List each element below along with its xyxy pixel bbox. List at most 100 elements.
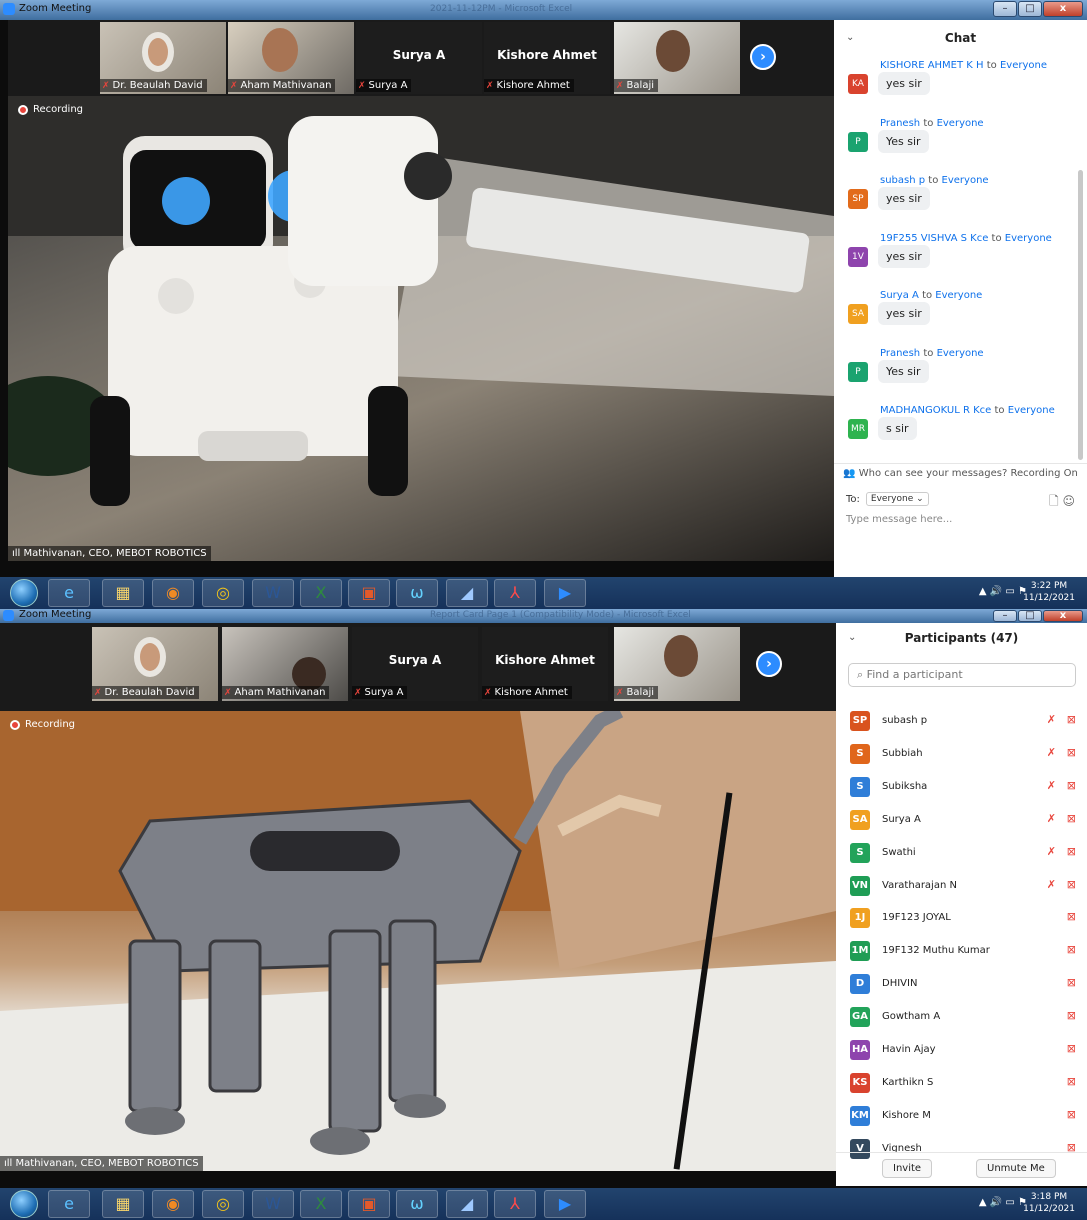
participant-row[interactable]: VN Varatharajan N ✗ ⊠ <box>850 874 1078 898</box>
acrobat-icon[interactable]: ⅄ <box>494 579 536 607</box>
participant-tile[interactable]: Surya A ✗ Surya A <box>356 22 482 94</box>
windows-taskbar: e ▦ ◉ ◎ W X ▣ ω ◢ ⅄ ▶ ▲ 🔊 ▭ ⚑ 3:18 PM 11/… <box>0 1188 1087 1220</box>
chat-scrollbar[interactable] <box>1078 170 1083 460</box>
recipient-dropdown[interactable]: Everyone ⌄ <box>865 492 929 506</box>
mic-muted-icon: ✗ <box>1046 811 1056 825</box>
participant-row[interactable]: D DHIVIN ⊠ <box>850 972 1078 996</box>
file-explorer-icon[interactable]: ▦ <box>102 1190 144 1218</box>
participant-row[interactable]: 1J 19F123 JOYAL ⊠ <box>850 906 1078 930</box>
app-icon[interactable]: ◢ <box>446 579 488 607</box>
participant-row[interactable]: GA Gowtham A ⊠ <box>850 1005 1078 1029</box>
maximize-button[interactable]: □ <box>1018 610 1042 622</box>
participant-tile[interactable]: Kishore Ahmet ✗ Kishore Ahmet <box>484 22 610 94</box>
sender-name[interactable]: 19F255 VISHVA S Kce <box>880 233 988 244</box>
internet-explorer-icon[interactable]: e <box>48 1190 90 1218</box>
recipient-name: Everyone <box>1007 405 1055 416</box>
sender-name[interactable]: MADHANGOKUL R Kce <box>880 405 991 416</box>
excel-icon[interactable]: X <box>300 1190 342 1218</box>
next-page-arrow-icon[interactable]: › <box>750 44 776 70</box>
chat-message[interactable]: KISHORE AHMET K H to Everyone KA yes sir <box>846 60 1076 110</box>
participant-tile[interactable]: ✗ Dr. Beaulah David <box>100 22 226 94</box>
excel-icon[interactable]: X <box>300 579 342 607</box>
close-button[interactable]: x <box>1043 1 1083 17</box>
participant-tile[interactable]: ✗ Aham Mathivanan <box>228 22 354 94</box>
chat-message-input[interactable]: Type message here... <box>846 514 952 525</box>
participant-row[interactable]: KM Kishore M ⊠ <box>850 1104 1078 1128</box>
unmute-me-button[interactable]: Unmute Me <box>976 1159 1056 1178</box>
system-tray[interactable]: ▲ 🔊 ▭ ⚑ <box>979 586 1027 597</box>
presentation-icon[interactable]: ▣ <box>348 579 390 607</box>
windows-taskbar: e ▦ ◉ ◎ W X ▣ ω ◢ ⅄ ▶ ▲ 🔊 ▭ ⚑ 3:22 PM 11/… <box>0 577 1087 609</box>
chat-message[interactable]: 19F255 VISHVA S Kce to Everyone 1V yes sir <box>846 233 1076 283</box>
privacy-note[interactable]: 👥 Who can see your messages? Recording O… <box>834 463 1087 479</box>
media-player-icon[interactable]: ◉ <box>152 579 194 607</box>
participant-row[interactable]: SA Surya A ✗ ⊠ <box>850 808 1078 832</box>
zoom-icon[interactable]: ▶ <box>544 579 586 607</box>
presentation-icon[interactable]: ▣ <box>348 1190 390 1218</box>
minimize-button[interactable]: – <box>993 1 1017 17</box>
chevron-down-icon[interactable]: ⌄ <box>846 20 854 56</box>
webex-icon[interactable]: ω <box>396 579 438 607</box>
participant-row[interactable]: S Subbiah ✗ ⊠ <box>850 742 1078 766</box>
mic-muted-icon: ✗ <box>224 688 232 698</box>
minimize-button[interactable]: – <box>993 610 1017 622</box>
participant-tile[interactable]: Kishore Ahmet ✗ Kishore Ahmet <box>482 627 608 701</box>
participant-row[interactable]: 1M 19F132 Muthu Kumar ⊠ <box>850 939 1078 963</box>
system-tray[interactable]: ▲ 🔊 ▭ ⚑ <box>979 1197 1027 1208</box>
next-page-arrow-icon[interactable]: › <box>756 651 782 677</box>
taskbar-clock[interactable]: 3:22 PM 11/12/2021 <box>1023 580 1075 604</box>
avatar: S <box>850 743 870 764</box>
participant-name: Kishore M <box>882 1109 931 1121</box>
chevron-down-icon[interactable]: ⌄ <box>848 623 856 653</box>
sender-name[interactable]: Pranesh <box>880 348 920 359</box>
sender-name[interactable]: Pranesh <box>880 118 920 129</box>
participant-tile[interactable]: ✗ Balaji <box>614 22 740 94</box>
file-explorer-icon[interactable]: ▦ <box>102 579 144 607</box>
close-button[interactable]: x <box>1043 610 1083 622</box>
taskbar-clock[interactable]: 3:18 PM 11/12/2021 <box>1023 1191 1075 1215</box>
participant-tile[interactable]: Surya A ✗ Surya A <box>352 627 478 701</box>
chat-message[interactable]: Surya A to Everyone SA yes sir <box>846 290 1076 340</box>
participant-row[interactable]: S Subiksha ✗ ⊠ <box>850 775 1078 799</box>
word-icon[interactable]: W <box>252 579 294 607</box>
avatar: HA <box>850 1040 870 1060</box>
internet-explorer-icon[interactable]: e <box>48 579 90 607</box>
search-placeholder: Find a participant <box>866 668 963 681</box>
chat-message[interactable]: subash p to Everyone SP yes sir <box>846 175 1076 225</box>
chat-message[interactable]: Pranesh to Everyone P Yes sir <box>846 118 1076 168</box>
participant-tile[interactable]: ✗ Balaji <box>614 627 740 701</box>
sender-name[interactable]: KISHORE AHMET K H <box>880 60 984 71</box>
windows-start-icon[interactable] <box>10 1190 38 1218</box>
sender-to-word: to <box>922 290 933 301</box>
invite-button[interactable]: Invite <box>882 1159 933 1178</box>
acrobat-icon[interactable]: ⅄ <box>494 1190 536 1218</box>
chat-message[interactable]: Pranesh to Everyone P Yes sir <box>846 348 1076 398</box>
media-player-icon[interactable]: ◉ <box>152 1190 194 1218</box>
sender-name[interactable]: Surya A <box>880 290 919 301</box>
participant-search-input[interactable]: ⌕ Find a participant <box>848 663 1076 687</box>
participant-row[interactable]: SP subash p ✗ ⊠ <box>850 709 1078 733</box>
participant-tile[interactable]: ✗ Dr. Beaulah David <box>92 627 218 701</box>
participant-row[interactable]: S Swathi ✗ ⊠ <box>850 841 1078 865</box>
participants-footer: Invite Unmute Me <box>836 1152 1087 1186</box>
chat-message[interactable]: MADHANGOKUL R Kce to Everyone MR s sir <box>846 405 1076 455</box>
file-icon[interactable]: 🗋 <box>1049 494 1059 508</box>
webex-icon[interactable]: ω <box>396 1190 438 1218</box>
video-off-icon: ⊠ <box>1066 943 1076 957</box>
app-icon[interactable]: ◢ <box>446 1190 488 1218</box>
zoom-icon[interactable]: ▶ <box>544 1190 586 1218</box>
sender-name[interactable]: subash p <box>880 175 925 186</box>
chrome-icon[interactable]: ◎ <box>202 1190 244 1218</box>
participant-row[interactable]: KS Karthikn S ⊠ <box>850 1071 1078 1095</box>
participant-label: Kishore Ahmet <box>494 687 568 698</box>
maximize-button[interactable]: □ <box>1018 1 1042 17</box>
chrome-icon[interactable]: ◎ <box>202 579 244 607</box>
participant-row[interactable]: HA Havin Ajay ⊠ <box>850 1038 1078 1062</box>
emoji-icon[interactable]: ☺ <box>1062 494 1075 508</box>
word-icon[interactable]: W <box>252 1190 294 1218</box>
avatar: SA <box>850 809 870 830</box>
participant-tile[interactable]: ✗ Aham Mathivanan <box>222 627 348 701</box>
windows-start-icon[interactable] <box>10 579 38 607</box>
avatar: P <box>848 131 868 152</box>
mic-muted-icon: ✗ <box>616 81 624 91</box>
